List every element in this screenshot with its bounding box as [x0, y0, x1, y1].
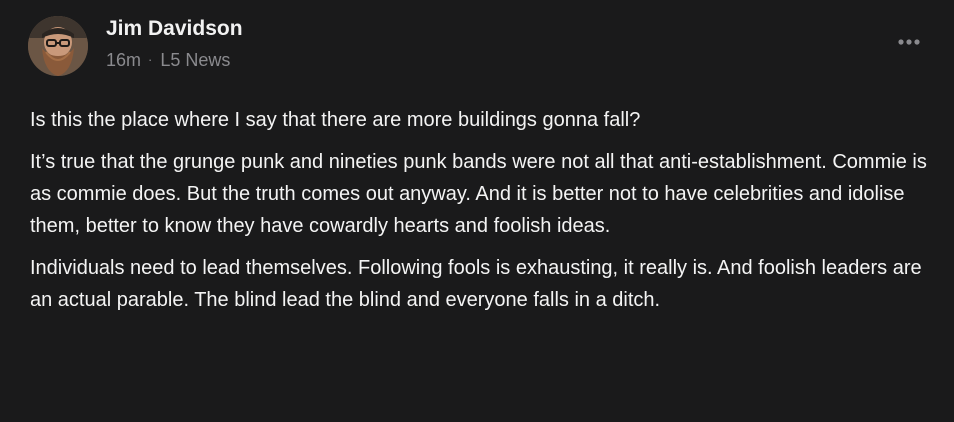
post-paragraph: It’s true that the grunge punk and ninet… [30, 151, 927, 237]
post-card: Jim Davidson 16m · L5 News Is this the pla… [0, 0, 954, 422]
author-name[interactable]: Jim Davidson [106, 15, 243, 43]
meta-separator: · [148, 52, 153, 67]
post-paragraph: Individuals need to lead themselves. Fol… [30, 257, 922, 311]
post-body: Is this the place where I say that there… [30, 104, 930, 326]
more-horizontal-icon [898, 39, 920, 45]
post-meta: 16m · L5 News [106, 47, 230, 73]
avatar[interactable] [28, 16, 88, 76]
community-link[interactable]: L5 News [160, 50, 230, 70]
post-time: 16m [106, 50, 142, 70]
more-options-button[interactable] [896, 32, 926, 52]
avatar-image [28, 16, 88, 76]
post-paragraph: Is this the place where I say that there… [30, 109, 641, 131]
